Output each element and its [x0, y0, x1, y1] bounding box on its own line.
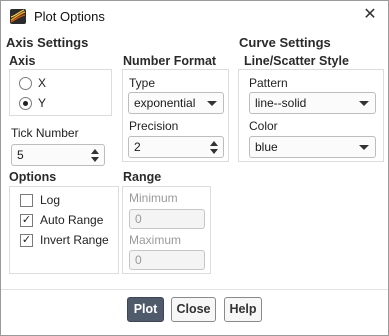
- axis-y-radio[interactable]: [19, 97, 32, 110]
- spin-up-icon[interactable]: [210, 141, 218, 146]
- axis-group: X Y: [9, 69, 112, 116]
- spin-up-icon[interactable]: [91, 149, 99, 154]
- precision-value: 2: [134, 140, 141, 154]
- footer-divider: [1, 289, 388, 290]
- axis-x-radio[interactable]: [19, 77, 32, 90]
- pattern-dropdown[interactable]: line--solid: [249, 92, 376, 114]
- chevron-down-icon: [207, 101, 217, 106]
- type-label: Type: [129, 76, 156, 90]
- line-scatter-style-label: Line/Scatter Style: [244, 54, 349, 68]
- color-dropdown[interactable]: blue: [249, 136, 376, 158]
- log-label: Log: [40, 193, 61, 207]
- range-group: Minimum 0 Maximum 0: [122, 186, 211, 274]
- number-format-group: Type exponential Precision 2: [122, 69, 229, 162]
- curve-settings-title: Curve Settings: [239, 35, 331, 50]
- axis-y-label: Y: [38, 96, 47, 110]
- close-icon[interactable]: ✕: [360, 5, 380, 25]
- type-value: exponential: [134, 96, 196, 110]
- options-label: Options: [9, 170, 57, 184]
- type-dropdown[interactable]: exponential: [128, 92, 224, 114]
- log-checkbox[interactable]: [20, 194, 33, 207]
- tick-number-label: Tick Number: [11, 126, 79, 140]
- minimum-field[interactable]: 0: [129, 209, 205, 229]
- color-label: Color: [249, 119, 278, 133]
- minimum-value: 0: [135, 212, 142, 226]
- help-button[interactable]: Help: [224, 297, 262, 322]
- maximum-field[interactable]: 0: [129, 250, 205, 270]
- spin-down-icon[interactable]: [91, 157, 99, 162]
- color-value: blue: [255, 140, 278, 154]
- maximum-label: Maximum: [129, 233, 182, 247]
- axis-settings-title: Axis Settings: [6, 35, 89, 50]
- fluent-app-icon: [10, 9, 26, 24]
- axis-group-label: Axis: [9, 54, 36, 68]
- auto-range-checkbox[interactable]: ✓: [20, 214, 33, 227]
- chevron-down-icon: [359, 101, 369, 106]
- minimum-label: Minimum: [129, 191, 178, 205]
- options-group: Log ✓ Auto Range ✓ Invert Range: [9, 186, 119, 274]
- invert-range-label: Invert Range: [40, 233, 109, 247]
- precision-label: Precision: [129, 119, 179, 133]
- line-scatter-style-group: Pattern line--solid Color blue: [238, 69, 384, 162]
- auto-range-label: Auto Range: [40, 213, 104, 227]
- precision-spinbox[interactable]: 2: [128, 136, 224, 158]
- spin-down-icon[interactable]: [210, 149, 218, 154]
- title-bar: Plot Options ✕: [1, 1, 388, 31]
- tick-number-value: 5: [17, 148, 24, 162]
- pattern-label: Pattern: [249, 76, 288, 90]
- close-button[interactable]: Close: [171, 297, 216, 322]
- pattern-value: line--solid: [255, 96, 307, 110]
- plot-options-dialog: Plot Options ✕ Axis Settings Axis X Y Ti…: [0, 0, 389, 336]
- maximum-value: 0: [135, 253, 142, 267]
- invert-range-checkbox[interactable]: ✓: [20, 234, 33, 247]
- number-format-label: Number Format: [123, 54, 217, 68]
- tick-number-spinbox[interactable]: 5: [11, 144, 105, 166]
- window-title: Plot Options: [34, 9, 105, 24]
- plot-button[interactable]: Plot: [127, 297, 164, 322]
- range-label: Range: [123, 170, 162, 184]
- axis-x-label: X: [38, 76, 47, 90]
- chevron-down-icon: [359, 145, 369, 150]
